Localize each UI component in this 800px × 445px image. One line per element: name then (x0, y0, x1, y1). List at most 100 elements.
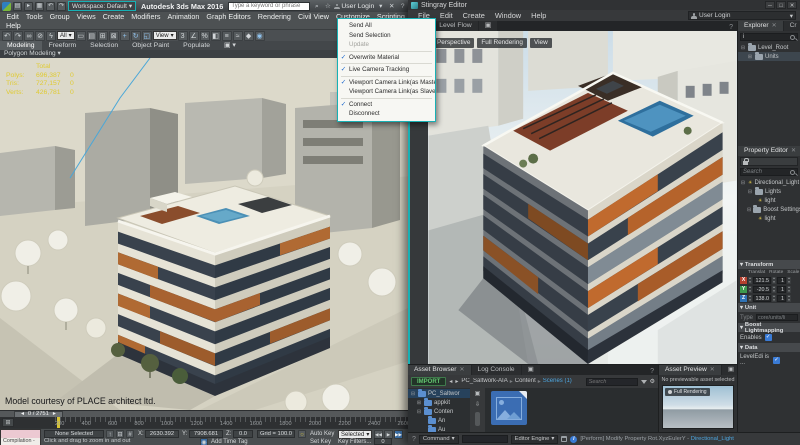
tree-row-light[interactable]: ☀ light (738, 196, 800, 205)
scene-asset-thumbnail[interactable] (491, 391, 527, 425)
scrollbar[interactable] (475, 412, 480, 426)
property-search-box[interactable]: Search (740, 168, 798, 176)
spinner[interactable]: ▴ ▾ (787, 285, 791, 293)
folder-row-appkit[interactable]: ⊞ appkit (408, 398, 470, 407)
menu-animation[interactable]: Animation (164, 12, 203, 22)
data-section-header[interactable]: ▾ Data (738, 343, 800, 352)
set-key-button[interactable]: Set Key (310, 439, 331, 445)
render-setup-icon[interactable]: ◉ (254, 30, 265, 41)
scale-y-field[interactable]: 1 (777, 286, 786, 293)
preview-shading-button[interactable]: Full Rendering (665, 388, 710, 396)
spinner[interactable]: ▴ ▾ (787, 294, 791, 302)
ribbon-tab-freeform[interactable]: Freeform (42, 41, 84, 50)
y-coordinate-field[interactable]: 7908.681 (189, 430, 223, 438)
menu-item-overwrite-material[interactable]: ✓ Overwrite Material (338, 53, 435, 63)
close-icon[interactable]: ✕ (787, 1, 797, 9)
reference-coordinate-dropdown[interactable]: View ▾ (152, 31, 177, 40)
maximize-icon[interactable]: □ (776, 1, 786, 9)
clear-log-icon[interactable] (561, 436, 568, 442)
add-time-tag-button[interactable]: Add Time Tag (211, 439, 248, 445)
search-icon[interactable]: ⌕ (312, 2, 321, 11)
menu-item-disconnect[interactable]: Disconnect (338, 109, 435, 119)
spinner[interactable]: ▴ ▾ (772, 294, 776, 302)
folder-row-au[interactable]: Au (408, 425, 470, 432)
undo-icon[interactable]: ↶ (46, 1, 55, 11)
lock-icon[interactable]: ⊟ (116, 430, 124, 438)
tab-level-flow[interactable]: Level Flow (433, 21, 478, 31)
import-asset-icon[interactable]: ⇩ (473, 401, 482, 409)
open-mini-curve-editor-icon[interactable]: ⊞ (2, 418, 14, 427)
settings-gear-icon[interactable]: ⚙ (650, 378, 655, 385)
menu-item-send-all[interactable]: Send All (338, 21, 435, 31)
menu-item-viewport-camera-link-slave[interactable]: Viewport Camera Link(as Slave) (338, 87, 435, 97)
close-icon[interactable]: ✕ (791, 146, 796, 156)
select-and-link-icon[interactable]: ∞ (24, 30, 34, 41)
spinner[interactable]: ▴ ▾ (748, 276, 752, 284)
open-file-icon[interactable]: ▸ (24, 1, 33, 11)
ribbon-tab-modeling[interactable]: Modeling (0, 41, 42, 50)
tab-explorer[interactable]: Explorer ✕ (738, 21, 783, 31)
folder-row-an[interactable]: An (408, 416, 470, 425)
folder-row-content[interactable]: ⊟ Conten (408, 407, 470, 416)
tab-property-editor[interactable]: Property Editor ✕ (738, 146, 800, 156)
asset-search-input[interactable] (585, 377, 638, 386)
tree-row-level-root[interactable]: ⊟ Level_Root (738, 43, 800, 52)
ribbon-options-icon[interactable]: ▣ ▾ (217, 41, 243, 50)
explorer-search-box[interactable]: i (740, 33, 798, 41)
tab-log-console[interactable]: Log Console (471, 365, 521, 375)
help-icon[interactable]: ? (398, 2, 407, 11)
key-filters-button[interactable]: Key Filters... (338, 439, 371, 445)
command-dropdown[interactable]: Command ▾ (418, 434, 459, 444)
import-button[interactable]: IMPORT (411, 377, 447, 386)
new-scene-icon[interactable]: ▤ (13, 1, 22, 11)
angle-snap-icon[interactable]: ∠ (188, 30, 199, 41)
bind-spacewarp-icon[interactable]: ϟ (46, 30, 56, 41)
breadcrumb-scenes[interactable]: Scenes (1) (543, 378, 572, 385)
unit-type-field[interactable]: core/units/li (756, 314, 798, 321)
menu-views[interactable]: Views (73, 12, 99, 22)
workspace-selector[interactable]: Workspace: Default ▾ (68, 1, 137, 11)
key-mode-dropdown[interactable]: Selected ▾ (338, 430, 372, 439)
menu-item-send-selection[interactable]: Send Selection (338, 31, 435, 41)
menu-rendering[interactable]: Rendering (254, 12, 294, 22)
collapse-icon[interactable]: ⊟ (410, 391, 416, 397)
time-tag-icon[interactable]: ◉ (200, 438, 208, 445)
rect-selection-region-icon[interactable]: ⊞ (97, 30, 108, 41)
lock-icon[interactable] (743, 157, 749, 165)
camera-mode-button[interactable]: Perspective (433, 38, 475, 48)
tree-row-boost-settings[interactable]: ⊟ Boost Settings (738, 205, 800, 214)
collapse-icon[interactable]: ⊟ (740, 180, 746, 186)
select-object-icon[interactable]: ▭ (75, 30, 86, 41)
track-bar[interactable]: ⊞ 200 400 600 800 1000 1200 1400 1600 1800 2000 22… (0, 417, 412, 428)
back-icon[interactable]: ◂ (449, 378, 452, 385)
tree-row-directional-light[interactable]: ⊟ ☀ Directional_Light (738, 178, 800, 187)
x-coordinate-field[interactable]: 2630.392 (145, 430, 179, 438)
z-coordinate-field[interactable]: 0.0 (233, 430, 253, 438)
tree-row-units[interactable]: ⊞ Units (738, 52, 800, 61)
preview-viewport[interactable]: Full Rendering (662, 385, 734, 429)
menu-create[interactable]: Create (99, 12, 128, 22)
shading-mode-button[interactable]: Full Rendering (477, 38, 527, 48)
tab-asset-browser[interactable]: Asset Browser ✕ (408, 365, 471, 375)
help-icon[interactable]: ? (412, 436, 416, 443)
listener-script-row[interactable]: Compilation - (1, 438, 40, 445)
select-by-name-icon[interactable]: ▤ (86, 30, 97, 41)
menu-modifiers[interactable]: Modifiers (128, 12, 164, 22)
menu-edit[interactable]: Edit (435, 10, 458, 21)
unlink-icon[interactable]: ⊘ (35, 30, 45, 41)
collapse-icon[interactable]: ⊟ (747, 207, 751, 213)
editor-engine-dropdown[interactable]: Editor Engine ▾ (510, 434, 559, 444)
menu-item-connect[interactable]: ✓ Connect (338, 100, 435, 110)
mirror-icon[interactable]: ◧ (210, 30, 221, 41)
go-to-end-button[interactable]: ▶▶ (394, 430, 403, 439)
close-icon[interactable]: ✕ (460, 365, 465, 375)
rotate-y-field[interactable]: -20.5 (753, 286, 771, 293)
scale-z-field[interactable]: 1 (777, 295, 786, 302)
collapse-icon[interactable]: ⊟ (747, 189, 753, 195)
menu-tools[interactable]: Tools (22, 12, 46, 22)
redo-icon[interactable]: ↷ (57, 1, 66, 11)
rotate-x-field[interactable]: 121.5 (753, 277, 771, 284)
spinner[interactable]: ▴ ▾ (772, 285, 776, 293)
ribbon-tab-selection[interactable]: Selection (83, 41, 125, 50)
window-crossing-icon[interactable]: ⊠ (108, 30, 119, 41)
